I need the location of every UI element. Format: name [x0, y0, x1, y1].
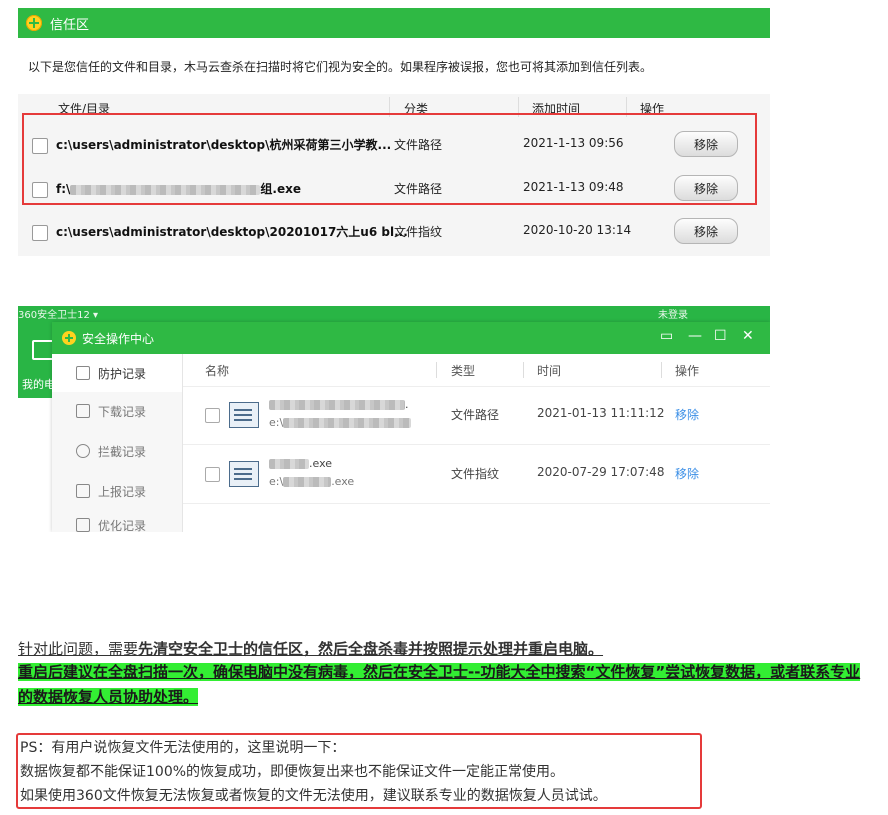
window-title: 安全操作中心	[82, 331, 155, 346]
file-name: .exe	[269, 457, 332, 470]
record-time: 2020-07-29 17:07:48	[537, 465, 665, 479]
record-type: 文件路径	[451, 408, 500, 422]
background-status: 360安全卫士12 ▾ 未登录	[18, 306, 770, 322]
sidebar-item-protection[interactable]: 防护记录	[52, 354, 182, 392]
sidebar-item-label: 拦截记录	[98, 445, 147, 459]
ps-note-box: PS：有用户说恢复文件无法使用的，这里说明一下： 数据恢复都不能保证100%的恢…	[16, 733, 702, 809]
row-checkbox[interactable]	[205, 408, 220, 423]
minimize-icon[interactable]: —	[688, 328, 702, 344]
remove-link[interactable]: 移除	[675, 406, 699, 423]
blurred-text	[283, 477, 332, 487]
edit-icon	[76, 366, 90, 380]
my-computer-label: 我的电	[22, 378, 55, 391]
blurred-text	[269, 459, 309, 469]
security-center-window: 安全操作中心 ▭ — ☐ ✕ 防护记录 下载记录 拦截记录 上报记录 优化记录 …	[52, 322, 770, 532]
remove-link[interactable]: 移除	[675, 465, 699, 482]
added-time: 2020-10-20 13:14	[523, 223, 632, 237]
col-type: 类型	[451, 364, 476, 378]
highlight-box	[22, 113, 757, 205]
ps-line: 数据恢复都不能保证100%的恢复成功，即便恢复出来也不能保证文件一定能正常使用。	[20, 764, 565, 780]
file-path: e:\ .exe	[269, 475, 354, 488]
path-suffix: .exe	[331, 475, 355, 488]
security-center-panel: 360安全卫士12 ▾ 未登录 我的电 安全操作中心 ▭ — ☐ ✕ 防护记录 …	[18, 306, 770, 532]
instruction-normal: 针对此问题，需要	[18, 640, 139, 658]
file-icon	[229, 461, 259, 487]
row-checkbox[interactable]	[205, 467, 220, 482]
sidebar-item-optimize[interactable]: 优化记录	[52, 506, 182, 532]
instruction-line-1: 针对此问题，需要先清空安全卫士的信任区，然后全盘杀毒并按照提示处理并重启电脑。	[18, 638, 603, 659]
file-path: c:\users\administrator\desktop\20201017六…	[56, 225, 408, 239]
sidebar: 防护记录 下载记录 拦截记录 上报记录 优化记录	[52, 354, 183, 532]
sidebar-item-reports[interactable]: 上报记录	[52, 472, 182, 510]
sidebar-item-label: 下载记录	[98, 405, 147, 419]
360-logo-icon	[62, 331, 76, 345]
close-icon[interactable]: ✕	[742, 328, 754, 344]
highlighted-instruction: 重启后建议在全盘扫描一次，确保电脑中没有病毒，然后在安全卫士--功能大全中搜索“…	[18, 663, 861, 706]
table-row: .exe e:\ .exe 文件指纹 2020-07-29 17:07:48 移除	[183, 445, 770, 504]
file-path: e:\	[269, 416, 412, 429]
row-checkbox[interactable]	[32, 225, 48, 241]
table-row: c:\users\administrator\desktop\20201017六…	[18, 213, 770, 257]
name-suffix: .exe	[309, 457, 333, 470]
table-row: . e:\ 文件路径 2021-01-13 11:11:12 移除	[183, 386, 770, 445]
category: 文件指纹	[394, 225, 443, 239]
col-time: 时间	[537, 364, 562, 378]
file-name: .	[269, 398, 409, 411]
trust-zone-title: 信任区	[50, 17, 90, 33]
col-action: 操作	[675, 364, 700, 378]
instruction-bold: 先清空安全卫士的信任区，然后全盘杀毒并按照提示处理并重启电脑。	[138, 640, 604, 658]
download-icon	[76, 404, 90, 418]
window-titlebar: 安全操作中心 ▭ — ☐ ✕	[52, 322, 770, 354]
360-logo-icon	[26, 15, 42, 31]
record-time: 2021-01-13 11:11:12	[537, 406, 665, 420]
file-icon	[229, 402, 259, 428]
name-suffix: .	[405, 398, 409, 411]
sidebar-item-label: 优化记录	[98, 519, 147, 532]
ps-line: PS：有用户说恢复文件无法使用的，这里说明一下：	[20, 740, 346, 756]
records-table: 名称 类型 时间 操作 . e:\ 文件路径 2021-01-13 11:11:…	[183, 354, 770, 532]
blurred-text	[269, 400, 405, 410]
feedback-icon[interactable]: ▭	[660, 328, 673, 344]
upload-icon	[76, 484, 90, 498]
instruction-line-2: 重启后建议在全盘扫描一次，确保电脑中没有病毒，然后在安全卫士--功能大全中搜索“…	[18, 660, 874, 710]
path-prefix: e:\	[269, 475, 284, 488]
optimize-icon	[76, 518, 90, 532]
bg-status-right: 未登录	[658, 310, 688, 321]
sidebar-item-blocked[interactable]: 拦截记录	[52, 432, 182, 470]
ps-line: 如果使用360文件恢复无法恢复或者恢复的文件无法使用，建议联系专业的数据恢复人员…	[20, 788, 607, 804]
path-prefix: e:\	[269, 416, 284, 429]
maximize-icon[interactable]: ☐	[714, 328, 727, 344]
sidebar-item-label: 防护记录	[98, 367, 147, 381]
trust-zone-description: 以下是您信任的文件和目录，木马云查杀在扫描时将它们视为安全的。如果程序被误报，您…	[18, 38, 770, 94]
records-header: 名称 类型 时间 操作	[183, 354, 770, 387]
block-icon	[76, 444, 90, 458]
record-type: 文件指纹	[451, 467, 500, 481]
bg-status-left: 360安全卫士12 ▾	[18, 310, 99, 321]
col-name: 名称	[205, 364, 230, 378]
sidebar-item-label: 上报记录	[98, 485, 147, 499]
blurred-text	[283, 418, 412, 428]
sidebar-item-downloads[interactable]: 下载记录	[52, 392, 182, 430]
trust-zone-titlebar: 信任区	[18, 8, 770, 38]
remove-button[interactable]: 移除	[674, 218, 738, 244]
